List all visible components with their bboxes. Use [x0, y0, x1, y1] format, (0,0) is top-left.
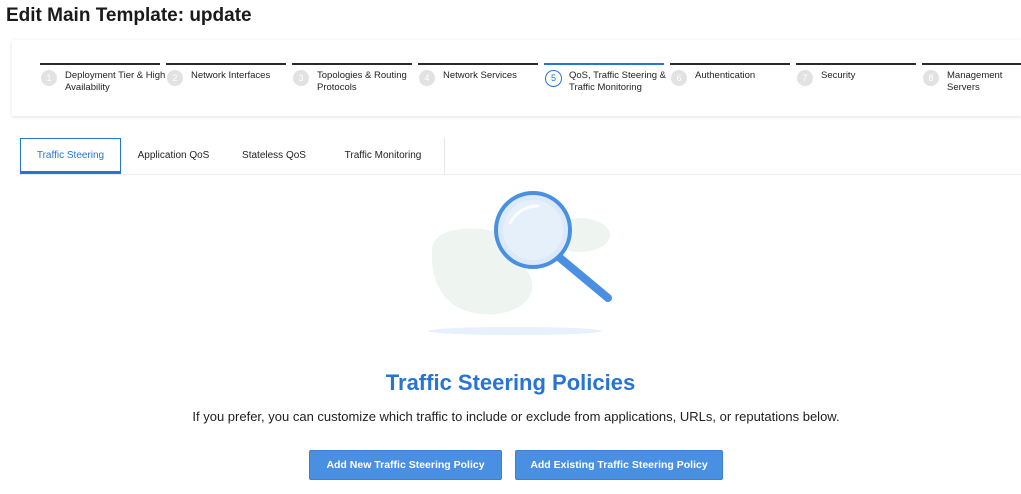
add-new-policy-button[interactable]: Add New Traffic Steering Policy: [309, 450, 502, 480]
step-authentication[interactable]: 6 Authentication: [670, 63, 790, 109]
step-label: Authentication: [695, 70, 756, 81]
page-title: Edit Main Template: update: [6, 5, 252, 26]
step-management-servers[interactable]: 8 Management Servers: [922, 63, 1021, 109]
step-label: Security: [821, 70, 856, 81]
step-label: QoS, Traffic Steering & Traffic Monitori…: [569, 70, 666, 93]
step-qos-traffic-steering[interactable]: 5 QoS, Traffic Steering & Traffic Monito…: [544, 63, 666, 109]
step-number: 6: [671, 70, 687, 86]
step-number: 2: [167, 70, 183, 86]
step-topologies[interactable]: 3 Topologies & Routing Protocols: [292, 63, 412, 109]
step-network-interfaces[interactable]: 2 Network Interfaces: [166, 63, 286, 109]
step-number: 7: [797, 70, 813, 86]
empty-state-description: If you prefer, you can customize which t…: [192, 409, 840, 424]
step-label: Network Services: [443, 70, 517, 81]
tab-application-qos[interactable]: Application QoS: [121, 138, 226, 174]
step-number: 4: [419, 70, 435, 86]
step-network-services[interactable]: 4 Network Services: [418, 63, 538, 109]
tab-stateless-qos[interactable]: Stateless QoS: [226, 138, 322, 174]
step-number: 1: [41, 70, 57, 86]
step-label: Management Servers: [947, 70, 1003, 93]
step-label: Topologies & Routing Protocols: [317, 70, 407, 93]
step-deployment-tier[interactable]: 1 Deployment Tier & High Availability: [40, 63, 165, 109]
step-label: Deployment Tier & High Availability: [65, 70, 166, 93]
step-security[interactable]: 7 Security: [796, 63, 916, 109]
tab-bar: Traffic Steering Application QoS Statele…: [20, 138, 1021, 175]
step-number: 8: [923, 70, 939, 86]
wizard-stepper: 1 Deployment Tier & High Availability 2 …: [12, 40, 1021, 116]
step-number: 5: [545, 70, 562, 87]
tab-traffic-steering[interactable]: Traffic Steering: [20, 138, 121, 174]
magnifying-glass-icon: [410, 188, 620, 338]
step-label: Network Interfaces: [191, 70, 271, 81]
empty-state-title: Traffic Steering Policies: [385, 370, 636, 395]
step-number: 3: [293, 70, 309, 86]
tab-divider: [444, 138, 445, 174]
add-existing-policy-button[interactable]: Add Existing Traffic Steering Policy: [515, 450, 723, 480]
tab-traffic-monitoring[interactable]: Traffic Monitoring: [322, 138, 444, 174]
